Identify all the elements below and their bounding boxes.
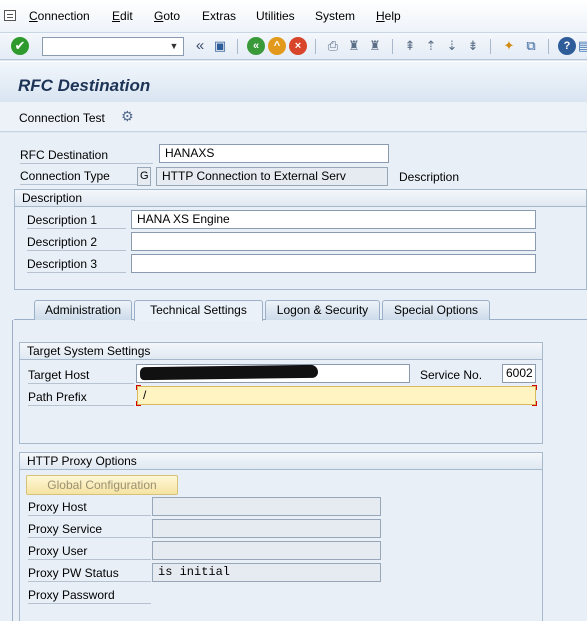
menu-goto-mnemonic: G xyxy=(154,9,164,23)
proxy-host-field[interactable] xyxy=(152,497,381,516)
customize-layout-icon[interactable]: ▤ xyxy=(578,37,587,55)
proxy-pw-status-field: is initial xyxy=(152,563,381,582)
back-nav-icon[interactable]: « xyxy=(191,37,209,55)
path-prefix-label: Path Prefix xyxy=(28,390,134,406)
menu-connection-mnemonic: C xyxy=(29,9,38,23)
toolbar-separator xyxy=(392,39,393,54)
menu-extras-label: Extras xyxy=(202,9,237,23)
cancel-icon[interactable]: × xyxy=(289,37,307,55)
menu-utilities[interactable]: Utilities xyxy=(256,9,295,23)
command-field[interactable]: ▼ xyxy=(42,37,184,56)
create-session-icon[interactable]: ✦ xyxy=(500,37,518,55)
connection-test-icon[interactable]: ⚙ xyxy=(121,108,134,125)
tab-logon-security[interactable]: Logon & Security xyxy=(265,300,380,320)
connection-type-label: Connection Type xyxy=(20,169,138,185)
service-no-label: Service No. xyxy=(420,368,483,382)
toolbar-separator xyxy=(315,39,316,54)
application-toolbar: Connection Test ⚙ xyxy=(0,102,587,132)
print-icon[interactable]: ⎙ xyxy=(324,37,342,55)
menu-help-mnemonic: H xyxy=(376,9,385,23)
chevron-down-icon[interactable]: ▼ xyxy=(167,38,181,55)
standard-toolbar: ✔ ▼ « ▣ « ^ × ⎙ ♜ ♜ ⇞ ⇡ ⇣ ⇟ ✦ ⧉ ? ▤ xyxy=(0,33,587,60)
proxy-service-label: Proxy Service xyxy=(28,522,151,538)
target-host-label: Target Host xyxy=(28,368,134,384)
tab-administration[interactable]: Administration xyxy=(34,300,132,320)
menu-edit-mnemonic: E xyxy=(112,9,121,23)
target-system-group-title: Target System Settings xyxy=(20,343,542,360)
proxy-user-field[interactable] xyxy=(152,541,381,560)
page-title: RFC Destination xyxy=(18,76,151,95)
proxy-service-field[interactable] xyxy=(152,519,381,538)
enter-icon[interactable]: ✔ xyxy=(11,37,29,55)
help-icon[interactable]: ? xyxy=(558,37,576,55)
last-page-icon[interactable]: ⇟ xyxy=(464,37,482,55)
find-icon[interactable]: ♜ xyxy=(345,37,363,55)
menu-connection[interactable]: Connection xyxy=(29,9,90,23)
tab-technical-settings[interactable]: Technical Settings xyxy=(134,300,263,321)
description-2-field[interactable] xyxy=(131,232,536,251)
menu-help[interactable]: Help xyxy=(376,9,401,23)
redaction-mark xyxy=(139,364,319,381)
proxy-user-label: Proxy User xyxy=(28,544,151,560)
title-bar: RFC Destination xyxy=(0,61,587,102)
menu-bar: Connection Edit Goto Extras Utilities Sy… xyxy=(0,0,587,33)
focus-corner xyxy=(532,385,537,390)
menu-edit[interactable]: Edit xyxy=(112,9,133,23)
find-next-icon[interactable]: ♜ xyxy=(366,37,384,55)
focus-corner xyxy=(136,401,141,406)
connection-test-button[interactable]: Connection Test xyxy=(19,111,105,125)
proxy-pw-status-label: Proxy PW Status xyxy=(28,566,151,582)
menu-system[interactable]: System xyxy=(315,9,355,23)
menu-system-label: System xyxy=(315,9,356,23)
path-prefix-field[interactable]: / xyxy=(137,386,536,405)
command-input[interactable] xyxy=(43,38,167,55)
menu-goto-label: oto xyxy=(163,9,181,23)
description-3-label: Description 3 xyxy=(27,257,126,273)
description-caption: Description xyxy=(399,170,460,184)
form-area: RFC Destination HANAXS Connection Type G… xyxy=(0,133,587,621)
rfc-destination-field[interactable]: HANAXS xyxy=(159,144,389,163)
global-configuration-button[interactable]: Global Configuration xyxy=(26,475,178,495)
first-page-icon[interactable]: ⇞ xyxy=(401,37,419,55)
service-no-field[interactable]: 6002 xyxy=(502,364,536,383)
connection-type-code-field[interactable]: G xyxy=(137,167,151,186)
menu-goto[interactable]: Goto xyxy=(154,9,180,23)
focus-corner xyxy=(136,385,141,390)
system-menu-icon[interactable] xyxy=(4,10,16,21)
shortcut-icon[interactable]: ⧉ xyxy=(522,37,540,55)
next-page-icon[interactable]: ⇣ xyxy=(443,37,461,55)
toolbar-separator xyxy=(548,39,549,54)
proxy-host-label: Proxy Host xyxy=(28,500,151,516)
focus-corner xyxy=(532,401,537,406)
previous-page-icon[interactable]: ⇡ xyxy=(422,37,440,55)
description-2-label: Description 2 xyxy=(27,235,126,251)
description-3-field[interactable] xyxy=(131,254,536,273)
menu-connection-label: onnection xyxy=(37,9,90,23)
back-icon[interactable]: « xyxy=(247,37,265,55)
exit-icon[interactable]: ^ xyxy=(268,37,286,55)
description-1-label: Description 1 xyxy=(27,213,126,229)
save-icon[interactable]: ▣ xyxy=(211,37,229,55)
rfc-destination-label: RFC Destination xyxy=(20,148,153,164)
menu-extras[interactable]: Extras xyxy=(202,9,236,23)
connection-type-text: HTTP Connection to External Serv xyxy=(156,167,388,186)
menu-edit-label: dit xyxy=(120,9,133,23)
toolbar-separator xyxy=(237,39,238,54)
description-1-field[interactable]: HANA XS Engine xyxy=(131,210,536,229)
tab-special-options[interactable]: Special Options xyxy=(382,300,490,320)
http-proxy-group-title: HTTP Proxy Options xyxy=(20,453,542,470)
menu-utilities-label: Utilities xyxy=(256,9,295,23)
proxy-password-label: Proxy Password xyxy=(28,588,151,604)
toolbar-separator xyxy=(490,39,491,54)
description-group-title: Description xyxy=(15,190,586,207)
menu-help-label: elp xyxy=(384,9,401,23)
